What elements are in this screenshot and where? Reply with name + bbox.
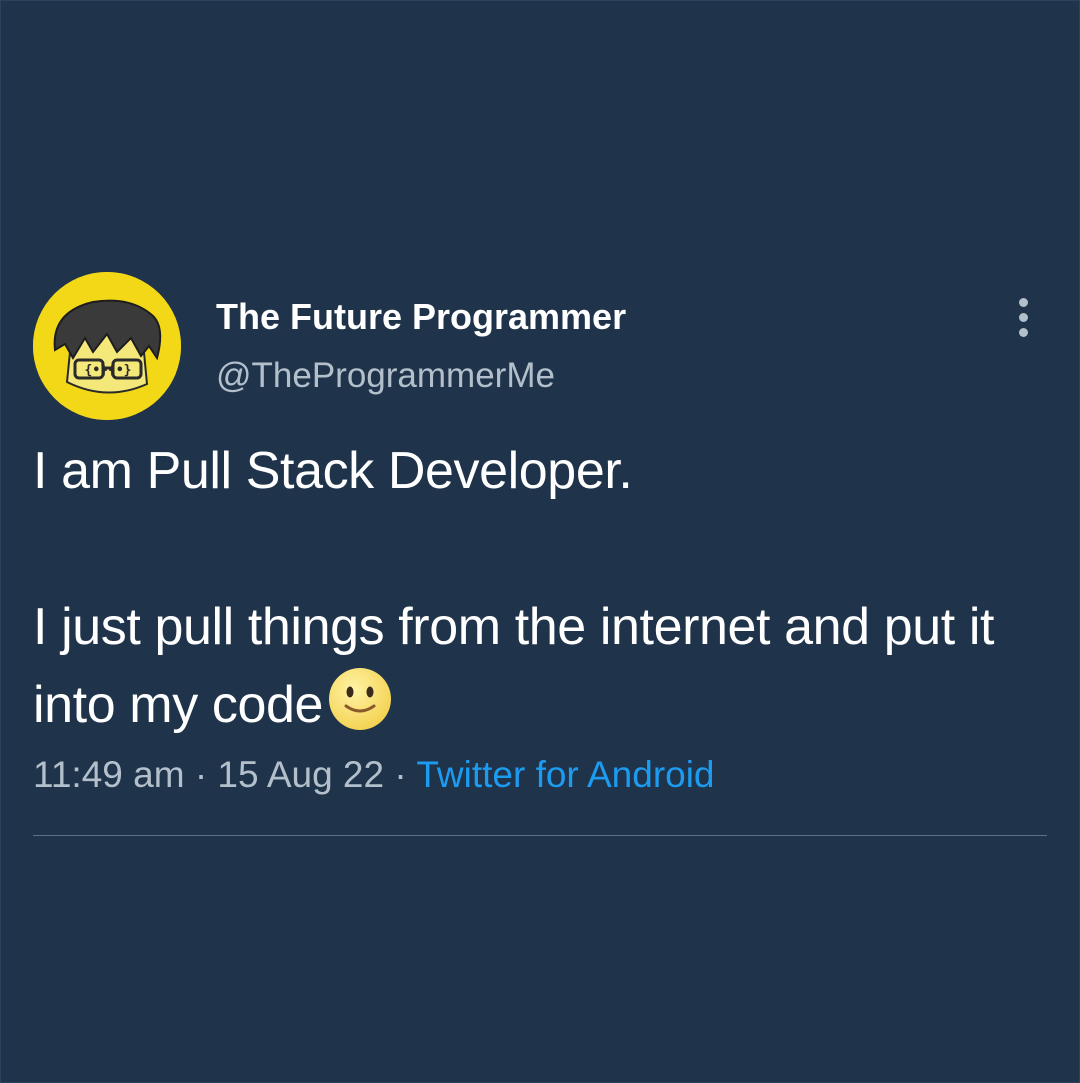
tweet-text-line: I am Pull Stack Developer. xyxy=(33,442,633,500)
tweet-meta: 11:49 am · 15 Aug 22 · Twitter for Andro… xyxy=(33,754,715,796)
divider xyxy=(33,835,1047,836)
avatar[interactable]: {•}{•} xyxy=(33,272,181,420)
avatar-brace-text: {•}{•} xyxy=(85,363,132,378)
meta-separator: · xyxy=(194,754,208,795)
avatar-cartoon-programmer-icon: {•}{•} xyxy=(33,272,181,420)
slightly-smiling-face-icon xyxy=(327,666,393,754)
tweet-text: I am Pull Stack Developer. I just pull t… xyxy=(33,432,1043,754)
tweet-time[interactable]: 11:49 am xyxy=(33,754,185,795)
tweet-text-paragraph: I just pull things from the internet and… xyxy=(33,588,1043,754)
more-vertical-icon xyxy=(1019,298,1028,307)
meta-separator: · xyxy=(394,754,407,795)
tweet-text-line: I just pull things from the internet and… xyxy=(33,598,995,734)
more-options-button[interactable] xyxy=(1006,296,1042,340)
more-vertical-icon xyxy=(1019,328,1028,337)
tweet-date[interactable]: 15 Aug 22 xyxy=(217,754,384,795)
tweet-card: {•}{•} The Future Programmer @TheProgram… xyxy=(0,0,1080,1083)
more-vertical-icon xyxy=(1019,313,1028,322)
author-display-name[interactable]: The Future Programmer xyxy=(216,296,626,338)
tweet-source-link[interactable]: Twitter for Android xyxy=(416,754,714,795)
author-handle[interactable]: @TheProgrammerMe xyxy=(216,356,555,396)
